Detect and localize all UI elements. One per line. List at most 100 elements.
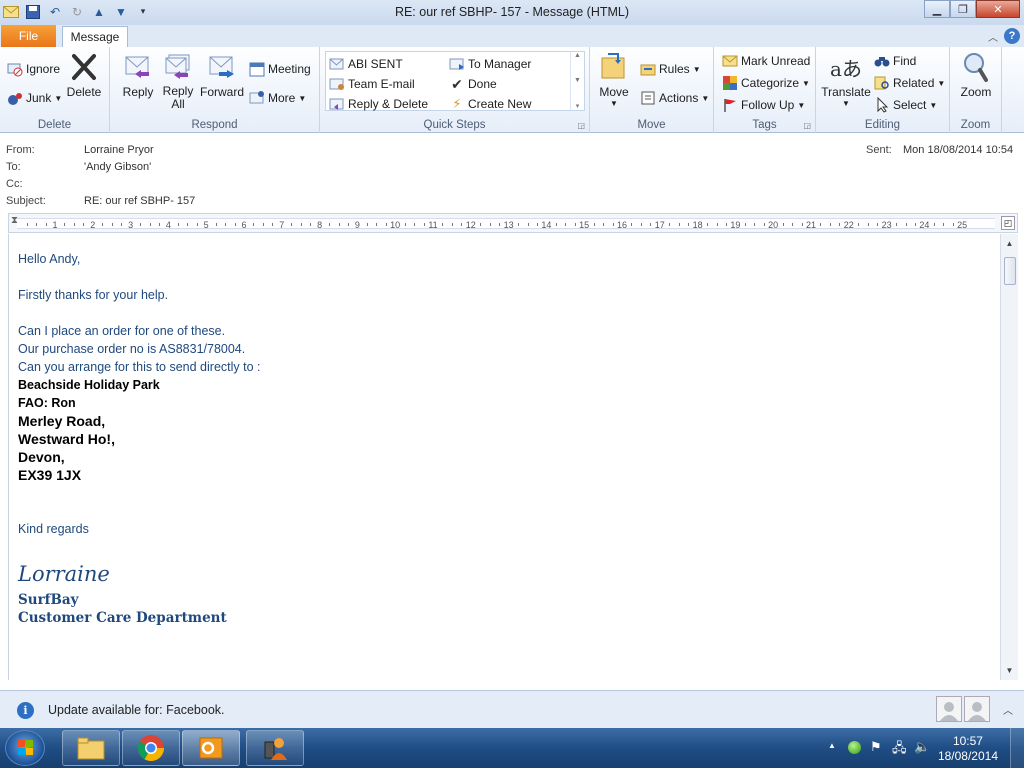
mark-unread-button[interactable]: Mark Unread — [722, 53, 810, 69]
find-label: Find — [893, 54, 917, 68]
find-button[interactable]: Find — [874, 53, 916, 69]
quickstep-team-email[interactable]: Team E-mail — [329, 76, 415, 92]
maximize-button[interactable]: ❐ — [950, 0, 976, 18]
ruler-tick-label: 12 — [465, 220, 476, 230]
scroll-up-icon[interactable]: ▲ — [1002, 236, 1017, 251]
vertical-scrollbar[interactable]: ▲ ▼ — [1000, 234, 1018, 680]
address-line: FAO: Ron — [18, 396, 76, 410]
minimize-ribbon-icon[interactable]: ︿ — [988, 29, 998, 44]
greeting-text: Hello Andy, — [18, 252, 81, 266]
delete-group-label: Delete — [37, 119, 72, 131]
follow-up-button[interactable]: Follow Up ▼ — [722, 97, 805, 113]
action-center-flag-icon[interactable]: ⚑ — [870, 739, 882, 755]
more-label: More — [268, 91, 296, 105]
reply-all-icon — [162, 51, 194, 83]
outlook-icon — [199, 737, 223, 759]
move-button[interactable]: Move ▼ — [596, 51, 632, 108]
show-hidden-icons-icon[interactable]: ▲ — [828, 741, 836, 750]
quickstep-create-new[interactable]: ⚡ Create New — [449, 96, 531, 112]
more-button[interactable]: More ▼ — [249, 90, 306, 106]
from-value[interactable]: Lorraine Pryor — [84, 144, 154, 156]
show-desktop-button[interactable] — [1010, 728, 1024, 768]
ruler-minor-tick — [707, 223, 709, 226]
to-value[interactable]: 'Andy Gibson' — [84, 161, 151, 173]
ruler-minor-tick — [253, 223, 255, 226]
quick-steps-scroller[interactable]: ▲ ▼ ▾ — [570, 52, 584, 110]
related-button[interactable]: Related ▼ — [874, 75, 945, 91]
ruler-minor-tick — [26, 223, 28, 226]
explorer-taskbar-button[interactable] — [62, 730, 120, 766]
ruler-minor-tick — [744, 223, 746, 226]
clock[interactable]: 10:57 18/08/2014 — [938, 734, 998, 764]
system-tray: ▲ ⚑ 🖧 🔈 10:57 18/08/2014 — [814, 728, 1024, 768]
editing-group: aあ Translate ▼ Find Related ▼ Select ▼ E… — [816, 47, 950, 133]
translate-button[interactable]: aあ Translate ▼ — [820, 51, 872, 109]
reply-all-button[interactable]: Reply All — [158, 51, 198, 111]
quickstep-to-manager[interactable]: To Manager — [449, 56, 531, 72]
close-button[interactable]: ✕ — [976, 0, 1020, 18]
folder-move-icon — [598, 51, 630, 83]
quickstep-done[interactable]: ✔ Done — [449, 76, 497, 92]
tab-message[interactable]: Message — [62, 26, 128, 47]
select-button[interactable]: Select ▼ — [874, 97, 937, 113]
ruler-minor-tick — [83, 223, 85, 226]
quickstep-reply-delete[interactable]: Reply & Delete — [329, 96, 428, 112]
regards-text: Kind regards — [18, 522, 89, 536]
delete-group: Ignore Junk ▼ Delete Delete — [0, 47, 110, 133]
zoom-button[interactable]: Zoom — [956, 51, 996, 99]
ruler[interactable]: ⧗ 1 2 3 4 5 6 7 8 9 10 11 12 13 14 15 16 17 18 19 20 21 22 23 2… — [8, 213, 1018, 233]
volume-icon[interactable]: 🔈 — [914, 739, 930, 755]
rules-button[interactable]: Rules ▼ — [640, 61, 701, 77]
purchase-order-text: Our purchase order no is AS8831/78004. — [18, 342, 246, 356]
ruler-minor-tick — [933, 223, 935, 226]
expand-people-pane-icon[interactable]: ︿ — [1003, 702, 1013, 717]
reply-button[interactable]: Reply — [118, 51, 158, 99]
scroll-thumb[interactable] — [1004, 257, 1016, 285]
outlook-taskbar-button[interactable] — [182, 730, 240, 766]
quickstep-abi-sent[interactable]: ABI SENT — [329, 56, 403, 72]
message-body[interactable]: Hello Andy, Firstly thanks for your help… — [8, 234, 1000, 680]
categorize-icon — [722, 75, 738, 91]
address-line: Beachside Holiday Park — [18, 378, 160, 392]
ruler-minor-tick — [914, 223, 916, 226]
categorize-button[interactable]: Categorize ▼ — [722, 75, 810, 91]
person-phone-icon — [264, 738, 287, 760]
expand-gallery-icon[interactable]: ▾ — [576, 102, 580, 110]
actions-button[interactable]: Actions ▼ — [640, 90, 709, 106]
scroll-up-icon[interactable]: ▲ — [574, 52, 581, 59]
ruler-tick-label: 13 — [503, 220, 514, 230]
reply-delete-icon — [329, 96, 345, 112]
ignore-button[interactable]: Ignore — [7, 61, 60, 77]
ruler-minor-tick — [177, 223, 179, 226]
status-green-icon[interactable] — [848, 741, 861, 754]
reply-all-label-2: All — [171, 97, 185, 111]
help-icon[interactable]: ? — [1004, 28, 1020, 44]
address-line: EX39 1JX — [18, 467, 82, 483]
start-button[interactable] — [5, 730, 45, 766]
dialog-launcher-icon[interactable]: ◲ — [577, 121, 585, 130]
scroll-down-icon[interactable]: ▼ — [1002, 663, 1017, 678]
mark-unread-icon — [722, 53, 738, 69]
signature-department: Customer Care Department — [18, 610, 227, 626]
dialog-launcher-icon[interactable]: ◲ — [803, 121, 811, 130]
network-icon[interactable]: 🖧 — [892, 739, 907, 761]
app-taskbar-button[interactable] — [246, 730, 304, 766]
ruler-minor-tick — [640, 223, 642, 226]
more-icon — [249, 90, 265, 106]
minimize-button[interactable]: ▁ — [924, 0, 950, 18]
person-icon[interactable] — [936, 696, 962, 722]
meeting-button[interactable]: Meeting — [249, 61, 311, 77]
delete-button[interactable]: Delete — [64, 51, 104, 99]
scroll-down-icon[interactable]: ▼ — [574, 77, 581, 84]
ruler-minor-tick — [385, 223, 387, 226]
ruler-minor-tick — [414, 223, 416, 226]
tab-file[interactable]: File — [1, 25, 56, 47]
ruler-minor-tick — [366, 223, 368, 226]
forward-button[interactable]: Forward — [198, 51, 246, 99]
junk-button[interactable]: Junk ▼ — [7, 90, 62, 106]
magnifier-icon — [960, 51, 992, 83]
person-icon[interactable] — [964, 696, 990, 722]
update-notice-text[interactable]: Update available for: Facebook. — [48, 703, 225, 717]
chrome-taskbar-button[interactable] — [122, 730, 180, 766]
ruler-toggle-icon[interactable]: ◰ — [1001, 216, 1015, 230]
